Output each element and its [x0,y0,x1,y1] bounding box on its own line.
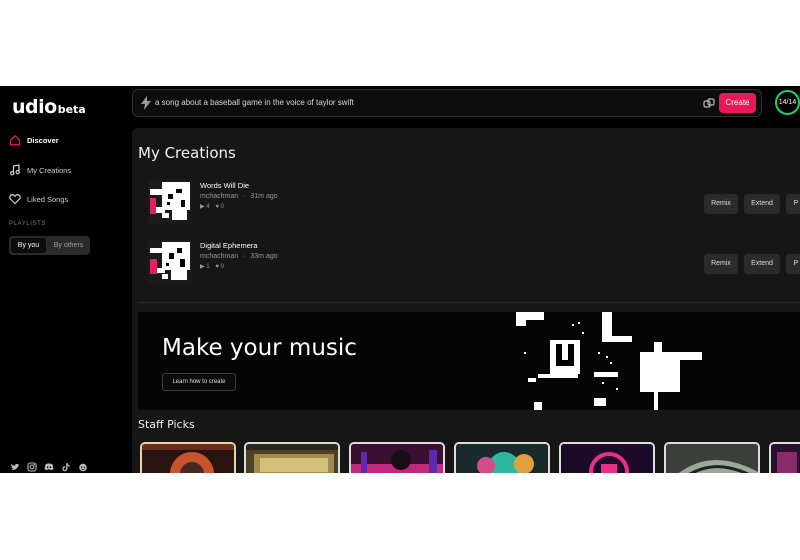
play-count-icon: ▶ [200,264,205,270]
sidebar-item-discover[interactable]: Discover [9,133,59,147]
udio-logo[interactable]: udiobeta [12,96,86,118]
my-creations-title: My Creations [138,144,236,162]
meta-separator: · [243,193,246,200]
reddit-icon[interactable] [78,459,88,472]
playlists-heading: PLAYLISTS [9,221,46,227]
banner-title: Make your music [162,335,357,361]
lightning-icon [141,96,151,110]
discord-icon[interactable] [44,459,54,471]
music-note-icon [10,164,20,176]
like-count-icon: ♥ [215,264,219,270]
more-action-button[interactable]: P [786,194,800,214]
song-meta: mchachman · 31m ago [200,193,278,200]
staff-pick-card[interactable] [454,442,550,473]
sidebar-item-my-creations[interactable]: My Creations [9,163,71,177]
tab-by-you[interactable]: By you [11,238,46,253]
tab-by-others[interactable]: By others [49,238,88,253]
song-row[interactable]: Digital Ephemera mchachman · 33m ago ▶ 1… [148,240,800,286]
make-music-banner: Make your music Learn how to create [138,312,800,410]
song-author[interactable]: mchachman [200,253,238,260]
play-count-icon: ▶ [200,204,205,210]
playlist-filter: By you By others [9,236,90,255]
play-count: 4 [206,204,210,210]
extend-button[interactable]: Extend [744,194,780,214]
song-author[interactable]: mchachman [200,193,238,200]
learn-how-button[interactable]: Learn how to create [162,373,236,391]
song-artwork[interactable] [148,180,192,224]
like-count: 0 [220,204,224,210]
song-time: 31m ago [250,193,278,200]
play-count: 1 [206,264,210,270]
song-stats: ▶ 4 ♥ 0 [200,203,224,210]
credits-counter[interactable]: 14/14 [775,90,800,115]
section-divider [138,302,800,303]
prompt-bar[interactable]: a song about a baseball game in the voic… [132,89,762,117]
like-count-icon: ♥ [215,204,219,210]
extend-button[interactable]: Extend [744,254,780,274]
twitter-icon[interactable] [10,459,20,470]
prompt-input[interactable]: a song about a baseball game in the voic… [155,98,354,107]
home-icon [9,134,21,146]
staff-pick-card[interactable] [349,442,445,473]
song-title[interactable]: Words Will Die [200,181,249,190]
staff-picks-title: Staff Picks [138,418,195,431]
logo-beta-badge: beta [57,103,86,116]
song-stats: ▶ 1 ♥ 0 [200,263,224,270]
sidebar-item-label: My Creations [27,165,72,175]
remix-button[interactable]: Remix [704,194,738,214]
song-row[interactable]: Words Will Die mchachman · 31m ago ▶ 4 ♥… [148,180,800,226]
like-count: 0 [220,264,224,270]
instagram-icon[interactable] [27,459,37,472]
staff-pick-card[interactable] [769,442,800,473]
staff-pick-card[interactable] [244,442,340,473]
song-title[interactable]: Digital Ephemera [200,241,258,250]
create-button[interactable]: Create [719,93,756,113]
staff-pick-card[interactable] [664,442,760,473]
remix-button[interactable]: Remix [704,254,738,274]
song-artwork[interactable] [148,240,192,284]
tiktok-icon[interactable] [61,459,71,472]
sidebar-item-liked-songs[interactable]: Liked Songs [9,192,68,206]
link-icon[interactable] [703,97,715,109]
song-time: 33m ago [250,253,278,260]
more-action-button[interactable]: P [786,254,800,274]
sidebar-item-label: Liked Songs [27,194,69,204]
staff-pick-card[interactable] [559,442,655,473]
udio-app: udiobeta a song about a baseball game in… [0,86,800,473]
logo-wordmark: udio [12,96,57,118]
social-links [10,459,88,472]
song-meta: mchachman · 33m ago [200,253,278,260]
heart-icon [9,193,21,205]
banner-pixel-art [516,312,702,410]
main-panel: My Creations Words Will Die mchachman · … [132,128,800,473]
staff-pick-card[interactable] [140,442,236,473]
meta-separator: · [243,253,246,260]
sidebar-item-label: Discover [27,135,59,145]
